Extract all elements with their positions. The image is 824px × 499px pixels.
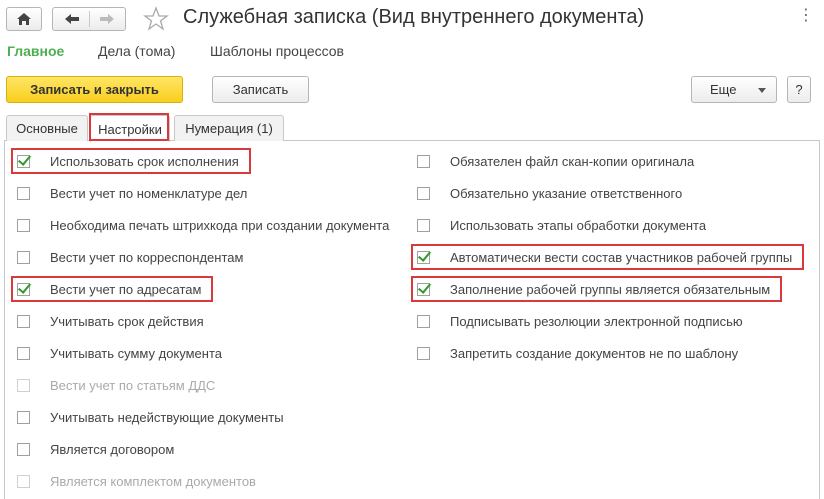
- checkbox[interactable]: [17, 283, 30, 296]
- home-icon: [17, 13, 31, 25]
- tab-numbering[interactable]: Нумерация (1): [174, 115, 284, 141]
- tab-settings[interactable]: Настройки: [90, 115, 170, 142]
- checkbox[interactable]: [417, 347, 430, 360]
- checkbox-label: Необходима печать штрихкода при создании…: [50, 218, 390, 233]
- tab-main[interactable]: Основные: [6, 115, 88, 141]
- checkbox-label: Является комплектом документов: [50, 474, 256, 489]
- checkbox[interactable]: [417, 155, 430, 168]
- checkbox[interactable]: [417, 187, 430, 200]
- more-dropdown-button[interactable]: Еще: [691, 76, 777, 103]
- section-process-templates[interactable]: Шаблоны процессов: [210, 43, 344, 59]
- checkbox-label: Подписывать резолюции электронной подпис…: [450, 314, 743, 329]
- section-deals[interactable]: Дела (тома): [98, 43, 175, 59]
- checkbox[interactable]: [417, 283, 430, 296]
- checkbox[interactable]: [417, 251, 430, 264]
- save-button[interactable]: Записать: [212, 76, 309, 103]
- checkbox-label: Учитывать недействующие документы: [50, 410, 284, 425]
- checkbox-label: Вести учет по корреспондентам: [50, 250, 244, 265]
- window-title: Служебная записка (Вид внутреннего докум…: [183, 6, 645, 28]
- checkbox-label: Обязателен файл скан-копии оригинала: [450, 154, 695, 169]
- save-and-close-button[interactable]: Записать и закрыть: [6, 76, 183, 103]
- checkbox[interactable]: [17, 251, 30, 264]
- checkbox-label: Запретить создание документов не по шабл…: [450, 346, 739, 361]
- checkbox-label: Использовать срок исполнения: [50, 154, 239, 169]
- home-button[interactable]: [6, 7, 42, 31]
- help-button[interactable]: ?: [787, 76, 811, 103]
- checkbox[interactable]: [17, 219, 30, 232]
- history-nav: [52, 7, 126, 31]
- checkbox-label: Заполнение рабочей группы является обяза…: [450, 282, 771, 297]
- checkbox: [17, 379, 30, 392]
- checkbox-label: Является договором: [50, 442, 175, 457]
- checkbox: [17, 475, 30, 488]
- section-main[interactable]: Главное: [7, 43, 64, 59]
- favorite-star-icon[interactable]: [143, 6, 169, 32]
- checkbox[interactable]: [17, 187, 30, 200]
- checkbox-label: Вести учет по номенклатуре дел: [50, 186, 248, 201]
- forward-arrow-icon[interactable]: [90, 8, 126, 30]
- checkbox-label: Вести учет по статьям ДДС: [50, 378, 216, 393]
- more-menu-icon[interactable]: ⋮: [798, 5, 814, 25]
- checkbox[interactable]: [17, 315, 30, 328]
- checkbox[interactable]: [17, 443, 30, 456]
- checkbox[interactable]: [17, 155, 30, 168]
- more-label: Еще: [710, 82, 737, 97]
- checkbox-label: Вести учет по адресатам: [50, 282, 202, 297]
- checkbox-label: Учитывать сумму документа: [50, 346, 223, 361]
- caret-down-icon: [758, 88, 766, 93]
- checkbox-label: Обязательно указание ответственного: [450, 186, 683, 201]
- checkbox[interactable]: [417, 219, 430, 232]
- checkbox-label: Автоматически вести состав участников ра…: [450, 250, 793, 265]
- checkbox[interactable]: [17, 411, 30, 424]
- back-arrow-icon[interactable]: [53, 8, 89, 30]
- checkbox-label: Использовать этапы обработки документа: [450, 218, 707, 233]
- checkbox-label: Учитывать срок действия: [50, 314, 204, 329]
- checkbox[interactable]: [17, 347, 30, 360]
- checkbox[interactable]: [417, 315, 430, 328]
